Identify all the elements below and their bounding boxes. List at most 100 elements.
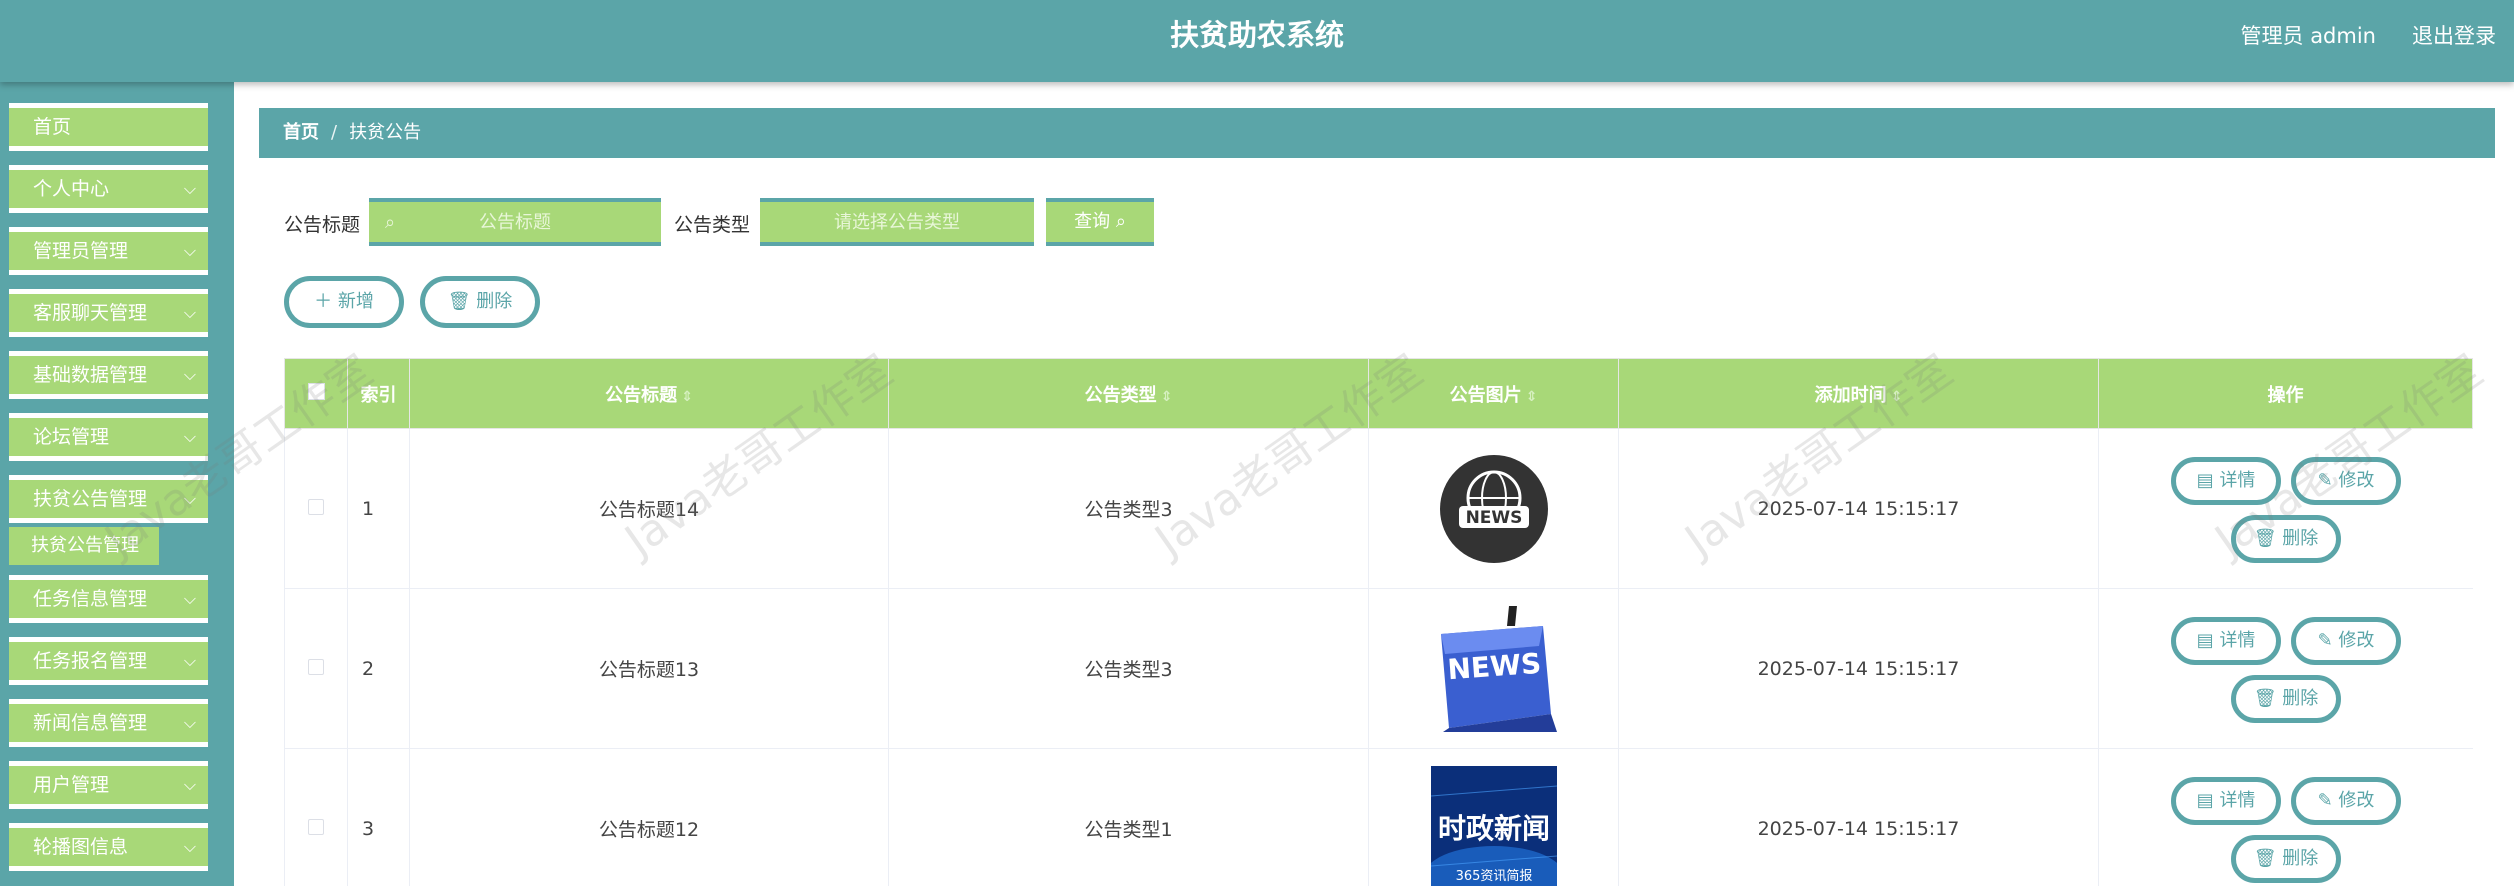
row-type: 公告类型3 — [888, 428, 1369, 589]
chevron-down-icon: ⌵ — [183, 651, 196, 670]
detail-button[interactable]: ▤ 详情 — [2171, 617, 2281, 665]
document-icon: ▤ — [2196, 630, 2214, 651]
chevron-down-icon: ⌵ — [183, 489, 196, 508]
header-type[interactable]: 公告类型 ⇕ — [888, 358, 1369, 429]
chevron-down-icon: ⌵ — [183, 241, 196, 260]
row-type: 公告类型3 — [888, 588, 1369, 749]
notice-table: 索引 公告标题 ⇕ 公告类型 ⇕ 公告图片 ⇕ 添加时间 ⇕ 操作 1 公告标题14 公… — [284, 358, 2473, 886]
trash-icon: 🗑 — [2253, 848, 2277, 869]
edit-button[interactable]: ✎ 修改 — [2291, 777, 2401, 825]
sort-icon: ⇕ — [1160, 388, 1173, 405]
sidebar-item-users[interactable]: 用户管理 ⌵ — [9, 761, 208, 809]
sidebar-item-home[interactable]: 首页 — [9, 103, 208, 151]
row-index: 2 — [347, 588, 410, 749]
row-title: 公告标题12 — [409, 748, 889, 886]
sidebar-item-task-signup[interactable]: 任务报名管理 ⌵ — [9, 637, 208, 685]
header-index: 索引 — [347, 358, 410, 429]
political-news-image[interactable]: 时政新闻 365资讯简报 — [1430, 765, 1557, 886]
svg-text:时政新闻: 时政新闻 — [1437, 812, 1549, 845]
row-title: 公告标题14 — [409, 428, 889, 589]
query-button[interactable]: 查询 ⌕ — [1046, 198, 1154, 246]
add-button[interactable]: ＋ 新增 — [284, 276, 404, 328]
row-index: 1 — [347, 428, 410, 589]
chevron-down-icon: ⌵ — [183, 303, 196, 322]
row-actions: ▤ 详情 ✎ 修改 🗑 删除 — [2099, 589, 2473, 748]
logout-link[interactable]: 退出登录 — [2412, 20, 2496, 50]
search-icon: ⌕ — [385, 212, 396, 233]
table-row: 1 公告标题14 公告类型3 NEWS 2025-07-14 15:15:17 … — [284, 428, 2473, 589]
title-search-label: 公告标题 — [284, 214, 361, 236]
svg-text:NEWS: NEWS — [1465, 508, 1522, 528]
row-checkbox[interactable] — [308, 658, 324, 675]
pencil-icon: ✎ — [2317, 630, 2333, 651]
delete-button[interactable]: 🗑 删除 — [2231, 675, 2341, 723]
breadcrumb: 首页 / 扶贫公告 — [259, 108, 2495, 158]
sidebar-item-personal-center[interactable]: 个人中心 ⌵ — [9, 165, 208, 213]
chevron-down-icon: ⌵ — [183, 589, 196, 608]
news-globe-image[interactable]: NEWS — [1431, 446, 1557, 572]
row-time: 2025-07-14 15:15:17 — [1618, 748, 2099, 886]
delete-button[interactable]: 🗑 删除 — [2231, 515, 2341, 563]
row-time: 2025-07-14 15:15:17 — [1618, 588, 2099, 749]
sidebar-item-forum[interactable]: 论坛管理 ⌵ — [9, 413, 208, 461]
plus-icon: ＋ — [314, 291, 333, 312]
sidebar-item-chat[interactable]: 客服聊天管理 ⌵ — [9, 289, 208, 337]
batch-delete-button[interactable]: 🗑 删除 — [420, 276, 540, 328]
svg-text:NEWS: NEWS — [1446, 646, 1542, 685]
row-title: 公告标题13 — [409, 588, 889, 749]
trash-icon: 🗑 — [2253, 528, 2277, 549]
sort-icon: ⇕ — [1525, 388, 1538, 405]
sidebar-item-admin[interactable]: 管理员管理 ⌵ — [9, 227, 208, 275]
breadcrumb-current: 扶贫公告 — [349, 122, 422, 143]
row-index: 3 — [347, 748, 410, 886]
table-header-row: 索引 公告标题 ⇕ 公告类型 ⇕ 公告图片 ⇕ 添加时间 ⇕ 操作 — [284, 358, 2473, 429]
trash-icon: 🗑 — [2253, 688, 2277, 709]
sort-icon: ⇕ — [681, 388, 693, 405]
document-icon: ▤ — [2196, 790, 2214, 811]
edit-button[interactable]: ✎ 修改 — [2291, 457, 2401, 505]
type-search-label: 公告类型 — [674, 214, 751, 236]
row-actions: ▤ 详情 ✎ 修改 🗑 删除 — [2099, 749, 2473, 886]
chevron-down-icon: ⌵ — [183, 713, 196, 732]
sidebar-item-news[interactable]: 新闻信息管理 ⌵ — [9, 699, 208, 747]
chevron-down-icon: ⌵ — [183, 427, 196, 446]
search-icon: ⌕ — [1115, 211, 1126, 232]
row-type: 公告类型1 — [888, 748, 1369, 886]
pencil-icon: ✎ — [2317, 470, 2333, 491]
row-time: 2025-07-14 15:15:17 — [1618, 428, 2099, 589]
detail-button[interactable]: ▤ 详情 — [2171, 777, 2281, 825]
breadcrumb-separator: / — [331, 122, 338, 143]
header-time[interactable]: 添加时间 ⇕ — [1618, 358, 2099, 429]
sidebar-item-carousel[interactable]: 轮播图信息 ⌵ — [9, 823, 208, 871]
table-row: 2 公告标题13 公告类型3 NEWS 2025-07-14 15:15:17 … — [284, 588, 2473, 749]
document-icon: ▤ — [2196, 470, 2214, 491]
header-title[interactable]: 公告标题 ⇕ — [409, 358, 889, 429]
header-ops: 操作 — [2098, 358, 2473, 429]
app-header: 扶贫助农系统 管理员 admin 退出登录 — [0, 0, 2514, 82]
chevron-down-icon: ⌵ — [183, 365, 196, 384]
row-checkbox[interactable] — [308, 818, 324, 835]
sidebar-item-task-info[interactable]: 任务信息管理 ⌵ — [9, 575, 208, 623]
detail-button[interactable]: ▤ 详情 — [2171, 457, 2281, 505]
title-search-input[interactable] — [369, 198, 661, 246]
sort-icon: ⇕ — [1890, 388, 1903, 405]
chevron-down-icon: ⌵ — [183, 179, 196, 198]
sidebar: 首页 个人中心 ⌵ 管理员管理 ⌵ 客服聊天管理 ⌵ 基础数据管理 ⌵ 论坛管理 ⌵ 扶贫… — [0, 82, 234, 886]
delete-button[interactable]: 🗑 删除 — [2231, 835, 2341, 883]
select-all-checkbox[interactable] — [284, 358, 348, 429]
sidebar-item-basic-data[interactable]: 基础数据管理 ⌵ — [9, 351, 208, 399]
header-image[interactable]: 公告图片 ⇕ — [1368, 358, 1619, 429]
sidebar-item-notice[interactable]: 扶贫公告管理 ⌵ — [9, 475, 208, 523]
news-keyboard-image[interactable]: NEWS — [1430, 605, 1557, 732]
chevron-down-icon: ⌵ — [183, 837, 196, 856]
pencil-icon: ✎ — [2317, 790, 2333, 811]
type-select[interactable] — [760, 198, 1034, 246]
row-checkbox[interactable] — [308, 498, 324, 515]
trash-icon: 🗑 — [447, 291, 471, 312]
breadcrumb-home[interactable]: 首页 — [283, 122, 319, 143]
table-row: 3 公告标题12 公告类型1 时政新闻 365资讯简报 2025-07-14 1… — [284, 748, 2473, 886]
app-title: 扶贫助农系统 — [1169, 18, 1344, 52]
svg-text:365资讯简报: 365资讯简报 — [1455, 868, 1532, 884]
edit-button[interactable]: ✎ 修改 — [2291, 617, 2401, 665]
sidebar-subitem-notice[interactable]: 扶贫公告管理 — [9, 527, 159, 565]
